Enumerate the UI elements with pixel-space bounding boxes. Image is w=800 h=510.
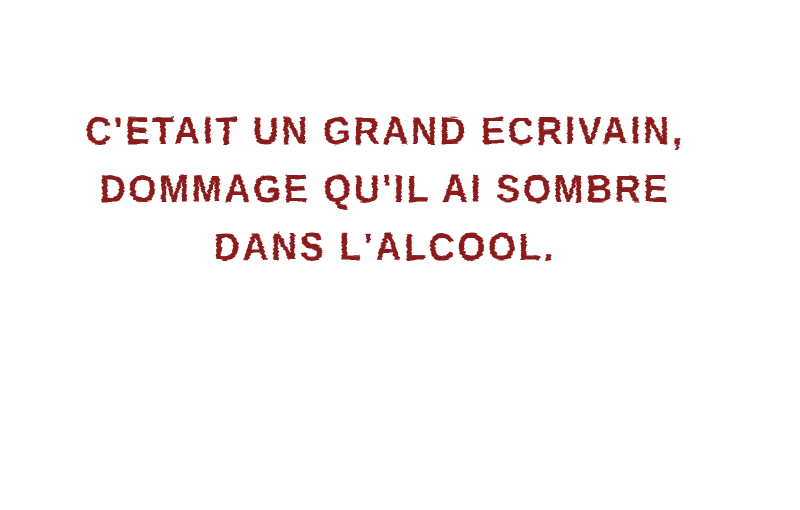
quote-line-3: DANS L'ALCOOL. <box>213 226 557 269</box>
quote-text: C'ETAIT UN GRAND ECRIVAIN, DOMMAGE QU'IL… <box>31 103 739 277</box>
quote-line-1: C'ETAIT UN GRAND ECRIVAIN, <box>85 110 685 153</box>
quote-line-2: DOMMAGE QU'IL AI SOMBRE <box>99 168 671 211</box>
page-canvas: C'ETAIT UN GRAND ECRIVAIN, DOMMAGE QU'IL… <box>0 0 800 510</box>
